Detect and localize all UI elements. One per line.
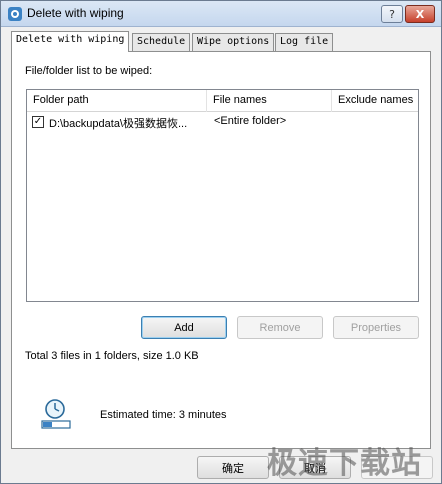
total-summary: Total 3 files in 1 folders, size 1.0 KB xyxy=(25,350,199,362)
column-file-names[interactable]: File names xyxy=(207,90,332,112)
tab-delete-with-wiping[interactable]: Delete with wiping xyxy=(11,31,130,52)
title-bar[interactable]: Delete with wiping ? X xyxy=(1,1,441,27)
delete-with-wiping-dialog: Delete with wiping ? X Delete with wipin… xyxy=(0,0,442,484)
add-button[interactable]: Add xyxy=(141,316,227,339)
separator xyxy=(25,385,415,386)
window-title: Delete with wiping xyxy=(27,6,124,20)
remove-button[interactable]: Remove xyxy=(237,316,323,339)
watermark-text: 极速下载站 xyxy=(267,446,422,481)
folder-path-cell: D:\backupdata\极强数据恢... xyxy=(49,118,188,130)
column-exclude-names[interactable]: Exclude names xyxy=(332,90,418,112)
list-label: File/folder list to be wiped: xyxy=(25,65,153,77)
list-header: Folder path File names Exclude names xyxy=(27,90,418,112)
tab-schedule[interactable]: Schedule xyxy=(132,33,191,51)
ok-button[interactable]: 确定 xyxy=(197,456,269,479)
close-button[interactable]: X xyxy=(405,5,435,23)
clock-icon xyxy=(41,399,71,429)
row-checkbox[interactable]: ✓ xyxy=(32,116,44,128)
file-list[interactable]: Folder path File names Exclude names ✓ D… xyxy=(26,89,419,302)
properties-button[interactable]: Properties xyxy=(333,316,419,339)
tab-wipe-options[interactable]: Wipe options xyxy=(192,33,275,51)
app-icon xyxy=(8,7,22,21)
list-item[interactable]: ✓ D:\backupdata\极强数据恢... <Entire folder> xyxy=(27,113,418,131)
file-names-cell: <Entire folder> xyxy=(214,115,287,127)
watermark: 极速下载站 xyxy=(267,438,427,481)
estimated-time: Estimated time: 3 minutes xyxy=(100,409,227,421)
tab-panel: File/folder list to be wiped: Folder pat… xyxy=(11,51,431,449)
help-button[interactable]: ? xyxy=(381,5,403,23)
column-folder-path[interactable]: Folder path xyxy=(27,90,207,112)
tab-log-file[interactable]: Log file xyxy=(275,33,334,51)
